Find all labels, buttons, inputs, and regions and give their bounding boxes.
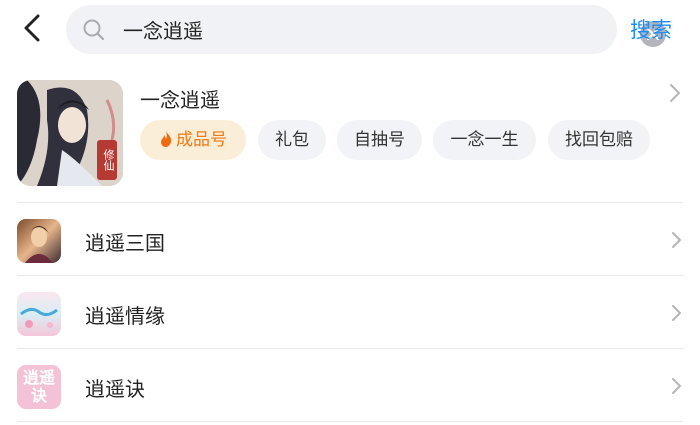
- back-arrow-icon[interactable]: [18, 12, 48, 44]
- game-icon-jue: 逍遥诀: [17, 365, 61, 409]
- seal-badge: 修仙: [97, 140, 117, 180]
- search-input[interactable]: [123, 13, 563, 46]
- list-item[interactable]: 逍遥三国: [0, 203, 700, 275]
- chip-self-draw[interactable]: 自抽号: [337, 120, 422, 160]
- chip-label: 成品号: [176, 130, 227, 150]
- list-item[interactable]: 逍遥情缘: [0, 276, 700, 348]
- list-item-label: 逍遥三国: [85, 231, 165, 255]
- chevron-right-icon: [670, 230, 683, 250]
- featured-title: 一念逍遥: [140, 88, 220, 112]
- chevron-right-icon: [670, 376, 683, 396]
- list-item[interactable]: 逍遥诀 逍遥诀: [0, 349, 700, 421]
- featured-game-cover: 修仙: [17, 80, 123, 186]
- game-icon-qingyuan: [17, 292, 61, 336]
- featured-result[interactable]: 修仙 一念逍遥 成品号 礼包 自抽号 一念一生 找回包赔: [0, 72, 700, 202]
- list-item-label: 逍遥情缘: [85, 304, 165, 328]
- chip-gift[interactable]: 礼包: [258, 120, 326, 160]
- search-header: 搜索: [0, 0, 700, 58]
- chip-recovery-guarantee[interactable]: 找回包赔: [548, 120, 650, 160]
- divider: [17, 421, 683, 422]
- chip-finished-account[interactable]: 成品号: [140, 120, 246, 160]
- chevron-right-icon: [670, 303, 683, 323]
- search-box: [66, 5, 666, 54]
- list-item-label: 逍遥诀: [85, 377, 145, 401]
- chip-yinian-yisheng[interactable]: 一念一生: [433, 120, 536, 160]
- game-icon-sanguo: [17, 219, 61, 263]
- fire-icon: [159, 123, 173, 147]
- search-button[interactable]: 搜索: [630, 14, 672, 44]
- search-icon: [82, 18, 106, 42]
- chevron-right-icon: [668, 82, 682, 104]
